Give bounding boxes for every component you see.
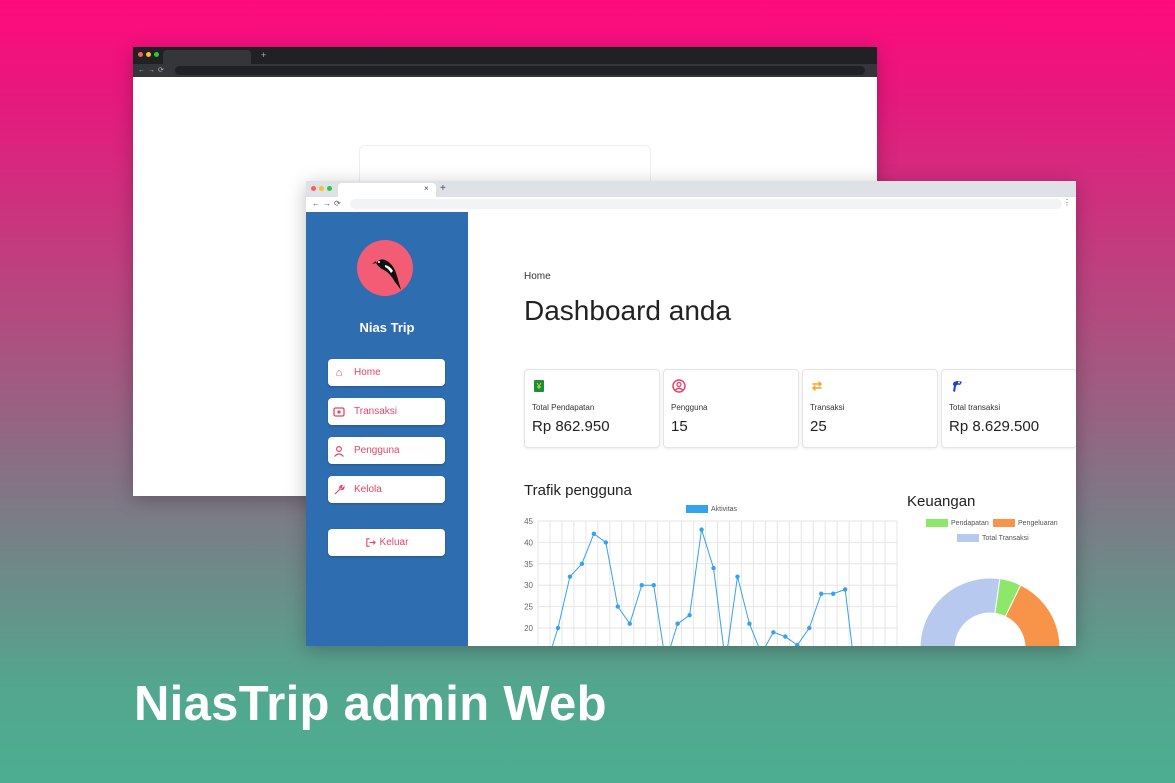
data-point — [819, 591, 824, 596]
data-point — [639, 583, 644, 588]
money-icon: ¥ — [533, 379, 545, 393]
stat-label: Total Pendapatan — [532, 403, 595, 412]
nav-arrows-icon[interactable]: ←→⟳ — [138, 66, 167, 74]
sidebar-item-label: Transaksi — [354, 406, 397, 417]
sidebar-item-home[interactable]: ⌂ Home — [328, 359, 445, 386]
stat-card-total-pendapatan: ¥ Total Pendapatan Rp 862.950 — [524, 369, 660, 448]
foreground-browser-window: × + ←→⟳ ⋮ Nias Trip ⌂ Home Transaksi Pen… — [306, 181, 1076, 646]
data-point — [567, 574, 573, 579]
page-title: Dashboard anda — [524, 295, 732, 326]
finance-chart-title: Keuangan — [907, 493, 976, 510]
brand-name: Nias Trip — [359, 320, 415, 335]
receipt-icon — [333, 406, 345, 418]
close-dot-icon[interactable] — [311, 186, 316, 191]
user-circle-icon — [672, 379, 686, 393]
y-tick-label: 45 — [524, 517, 533, 526]
traffic-line-chart: 20 25 30 35 40 45 — [524, 517, 898, 646]
data-point — [735, 574, 740, 579]
finance-donut-chart — [919, 577, 1061, 646]
kebab-menu-icon[interactable]: ⋮ — [1063, 198, 1071, 207]
minimize-dot-icon[interactable] — [146, 52, 151, 57]
new-tab-icon[interactable]: + — [440, 183, 446, 194]
stat-value: 15 — [671, 418, 688, 435]
browser-tab[interactable] — [163, 50, 251, 64]
data-point — [831, 591, 836, 596]
stat-value: Rp 8.629.500 — [949, 418, 1040, 435]
main-content: Home Dashboard anda ¥ Total Pendapatan R… — [468, 212, 1076, 646]
nav-arrows-icon[interactable]: ←→⟳ — [312, 199, 344, 208]
data-point — [627, 621, 632, 626]
data-point — [783, 634, 788, 639]
sidebar-item-label: Home — [354, 367, 381, 378]
wrench-icon — [333, 484, 345, 496]
money-stack-icon — [950, 379, 962, 393]
data-point — [842, 587, 848, 592]
new-tab-icon[interactable]: + — [261, 50, 266, 60]
data-point — [651, 583, 656, 588]
browser-tab-bar: + — [133, 47, 877, 64]
sidebar-item-label: Kelola — [354, 484, 382, 495]
close-tab-icon[interactable]: × — [424, 184, 429, 193]
close-dot-icon[interactable] — [138, 52, 143, 57]
sidebar: Nias Trip ⌂ Home Transaksi Pengguna Kelo… — [306, 212, 468, 646]
address-field[interactable] — [350, 199, 1062, 209]
y-tick-label: 40 — [524, 538, 533, 547]
data-point — [555, 625, 561, 631]
stat-value: Rp 862.950 — [532, 418, 610, 435]
browser-url-bar: ←→⟳ ⋮ — [306, 197, 1076, 213]
data-point — [591, 531, 597, 537]
svg-text:¥: ¥ — [536, 382, 542, 391]
data-point — [603, 540, 609, 545]
data-point — [675, 621, 680, 626]
data-point — [687, 612, 692, 618]
y-tick-label: 35 — [524, 560, 533, 569]
y-tick-label: 30 — [524, 581, 533, 590]
bird-icon — [372, 259, 401, 290]
stat-label: Transaksi — [810, 403, 845, 412]
data-point — [711, 565, 716, 571]
data-point — [615, 604, 620, 609]
data-point — [807, 625, 812, 631]
sidebar-item-pengguna[interactable]: Pengguna — [328, 437, 445, 464]
exchange-icon: ⇄ — [811, 379, 823, 393]
browser-tab-bar: × + — [306, 181, 1076, 197]
data-point — [579, 561, 585, 566]
browser-tab[interactable] — [338, 183, 436, 197]
data-point — [747, 621, 752, 626]
stat-card-total-transaksi: Total transaksi Rp 8.629.500 — [941, 369, 1076, 448]
minimize-dot-icon[interactable] — [319, 186, 324, 191]
y-tick-label: 20 — [524, 624, 533, 633]
logout-label: Keluar — [379, 537, 409, 548]
data-point — [771, 630, 776, 635]
stat-card-transaksi: ⇄ Transaksi 25 — [802, 369, 938, 448]
maximize-dot-icon[interactable] — [327, 186, 332, 191]
home-icon: ⌂ — [335, 366, 343, 379]
nias-trip-logo — [357, 240, 413, 296]
stat-label: Total transaksi — [949, 403, 1001, 412]
maximize-dot-icon[interactable] — [154, 52, 159, 57]
logout-icon — [365, 538, 376, 547]
logout-button[interactable]: Keluar — [328, 529, 445, 556]
sidebar-item-kelola[interactable]: Kelola — [328, 476, 445, 503]
window-controls[interactable] — [311, 186, 332, 191]
user-icon — [333, 445, 345, 457]
breadcrumb[interactable]: Home — [524, 271, 551, 282]
promo-caption: NiasTrip admin Web — [134, 677, 607, 731]
browser-url-bar: ←→⟳ — [133, 64, 877, 77]
stat-label: Pengguna — [671, 403, 708, 412]
y-tick-label: 25 — [524, 603, 533, 612]
stat-card-pengguna: Pengguna 15 — [663, 369, 799, 448]
traffic-chart-title: Trafik pengguna — [524, 482, 632, 499]
window-controls[interactable] — [138, 52, 159, 57]
sidebar-item-transaksi[interactable]: Transaksi — [328, 398, 445, 425]
sidebar-item-label: Pengguna — [354, 445, 400, 456]
stat-value: 25 — [810, 418, 827, 435]
data-point — [699, 527, 704, 532]
address-field[interactable] — [175, 66, 865, 75]
